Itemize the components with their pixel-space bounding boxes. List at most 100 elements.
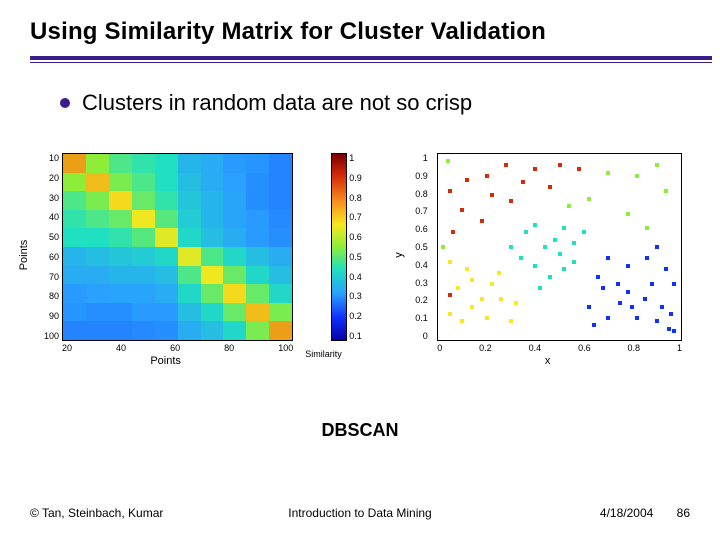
- scatter-point: [587, 305, 591, 309]
- scatter-point: [562, 267, 566, 271]
- colorbar: 10.90.80.70.60.50.40.30.20.1 Similarity: [331, 145, 375, 365]
- scatter-point: [465, 267, 469, 271]
- heatmap-xticks: 20406080100: [62, 343, 293, 353]
- scatter-point: [519, 256, 523, 260]
- scatter-point: [664, 267, 668, 271]
- title-rule-thin: [30, 62, 712, 63]
- colorbar-ticks: 10.90.80.70.60.50.40.30.20.1: [349, 153, 373, 341]
- scatter-point: [480, 219, 484, 223]
- scatter-point: [635, 316, 639, 320]
- scatter-point: [606, 256, 610, 260]
- scatter-point: [596, 275, 600, 279]
- scatter-point: [572, 241, 576, 245]
- scatter-point: [470, 305, 474, 309]
- charts-row: Points 102030405060708090100 20406080100…: [30, 145, 690, 365]
- chart-caption: DBSCAN: [0, 420, 720, 441]
- scatter-point: [618, 301, 622, 305]
- scatter-point: [572, 260, 576, 264]
- scatter-ylabel: y: [393, 252, 405, 258]
- footer-left: © Tan, Steinbach, Kumar: [30, 506, 163, 520]
- scatter-point: [509, 319, 513, 323]
- scatter-point: [533, 264, 537, 268]
- scatter-point: [470, 278, 474, 282]
- scatter-frame: [437, 153, 682, 341]
- scatter-point: [664, 189, 668, 193]
- scatter-point: [655, 245, 659, 249]
- scatter-point: [490, 282, 494, 286]
- slide: Using Similarity Matrix for Cluster Vali…: [0, 0, 720, 540]
- scatter-point: [538, 286, 542, 290]
- scatter-point: [548, 275, 552, 279]
- scatter-point: [606, 171, 610, 175]
- scatter-point: [485, 316, 489, 320]
- heatmap-chart: Points 102030405060708090100 20406080100…: [30, 145, 301, 365]
- scatter-point: [567, 204, 571, 208]
- scatter-point: [497, 271, 501, 275]
- scatter-xticks: 00.20.40.60.81: [437, 343, 682, 353]
- scatter-point: [524, 230, 528, 234]
- scatter-point: [509, 245, 513, 249]
- scatter-point: [553, 238, 557, 242]
- scatter-point: [669, 312, 673, 316]
- scatter-point: [667, 327, 671, 331]
- scatter-point: [660, 305, 664, 309]
- scatter-point: [533, 223, 537, 227]
- scatter-point: [448, 260, 452, 264]
- slide-title: Using Similarity Matrix for Cluster Vali…: [30, 18, 690, 46]
- title-rule-thick: [30, 56, 712, 60]
- scatter-point: [448, 312, 452, 316]
- scatter-point: [643, 297, 647, 301]
- footer-center: Introduction to Data Mining: [288, 506, 431, 520]
- scatter-point: [509, 199, 513, 203]
- footer: © Tan, Steinbach, Kumar Introduction to …: [30, 506, 690, 520]
- scatter-point: [504, 163, 508, 167]
- scatter-point: [448, 293, 452, 297]
- scatter-point: [456, 286, 460, 290]
- scatter-chart: y 00.10.20.30.40.50.60.70.80.91 00.20.40…: [405, 145, 690, 365]
- heatmap-frame: [62, 153, 293, 341]
- scatter-point: [548, 185, 552, 189]
- scatter-point: [630, 305, 634, 309]
- heatmap-xlabel: Points: [150, 355, 181, 367]
- scatter-point: [601, 286, 605, 290]
- scatter-point: [606, 316, 610, 320]
- scatter-point: [460, 319, 464, 323]
- scatter-point: [448, 189, 452, 193]
- footer-date: 4/18/2004: [600, 506, 653, 520]
- scatter-point: [672, 329, 676, 333]
- scatter-point: [672, 282, 676, 286]
- scatter-point: [645, 226, 649, 230]
- scatter-point: [533, 167, 537, 171]
- scatter-point: [543, 245, 547, 249]
- scatter-point: [451, 230, 455, 234]
- scatter-point: [562, 226, 566, 230]
- scatter-point: [626, 264, 630, 268]
- scatter-point: [626, 212, 630, 216]
- scatter-point: [587, 197, 591, 201]
- scatter-point: [655, 163, 659, 167]
- scatter-point: [460, 208, 464, 212]
- scatter-point: [465, 178, 469, 182]
- bullet-row: Clusters in random data are not so crisp: [60, 90, 472, 116]
- heatmap-yticks: 102030405060708090100: [44, 153, 59, 341]
- scatter-point: [480, 297, 484, 301]
- scatter-point: [514, 301, 518, 305]
- colorbar-label: Similarity: [305, 349, 342, 359]
- scatter-point: [592, 323, 596, 327]
- heatmap-ylabel: Points: [18, 240, 30, 271]
- scatter-point: [626, 290, 630, 294]
- scatter-point: [446, 159, 450, 163]
- scatter-point: [485, 174, 489, 178]
- scatter-point: [635, 174, 639, 178]
- bullet-text: Clusters in random data are not so crisp: [82, 90, 472, 116]
- scatter-point: [645, 256, 649, 260]
- footer-page: 86: [677, 506, 690, 520]
- scatter-xlabel: x: [545, 355, 551, 367]
- bullet-icon: [60, 98, 70, 108]
- scatter-point: [650, 282, 654, 286]
- scatter-point: [499, 297, 503, 301]
- scatter-point: [441, 245, 445, 249]
- scatter-point: [582, 230, 586, 234]
- scatter-point: [490, 193, 494, 197]
- scatter-point: [521, 180, 525, 184]
